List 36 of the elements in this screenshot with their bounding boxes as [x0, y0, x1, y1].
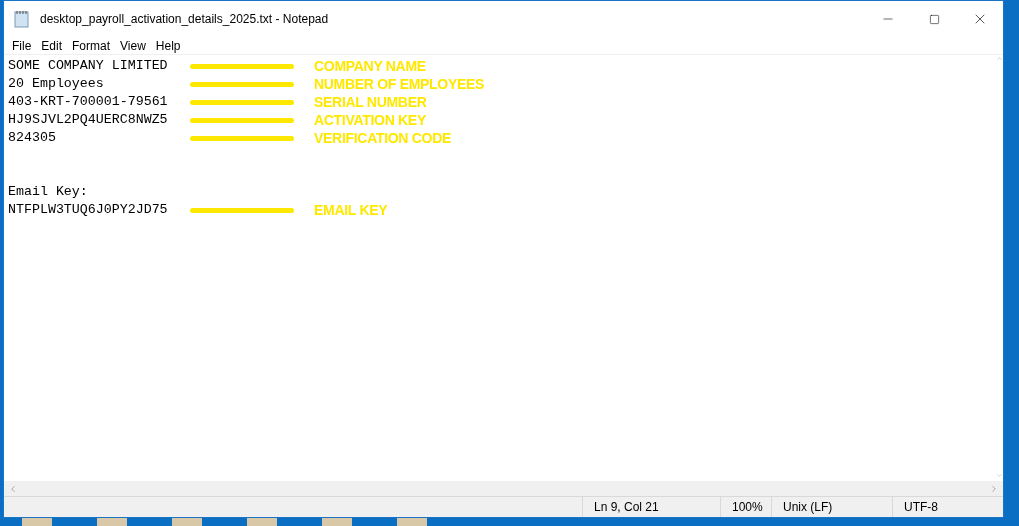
annotation-label: COMPANY NAME [314, 56, 426, 76]
maximize-icon[interactable] [928, 13, 940, 25]
menu-item[interactable]: Edit [36, 36, 68, 55]
menu-item[interactable]: Help [150, 36, 186, 55]
horizontal-scrollbar[interactable] [4, 481, 1003, 497]
text-line: Email Key: [8, 183, 89, 202]
annotation-label: SERIAL NUMBER [314, 92, 427, 112]
scroll-left-icon[interactable] [8, 483, 18, 494]
status-text: Ln 9, Col 21 [582, 497, 720, 517]
status-text: 100% [720, 497, 771, 517]
text-line: HJ9SJVL2PQ4UERC8NWZ5 [8, 111, 169, 130]
desktop-icon[interactable] [322, 518, 352, 526]
text-line: 824305 [8, 129, 57, 148]
status-text: UTF-8 [892, 497, 1003, 517]
desktop-icon[interactable] [397, 518, 427, 526]
text-line: SOME COMPANY LIMITED [8, 57, 169, 76]
status-text: Unix (LF) [771, 497, 892, 517]
desktop-icon[interactable] [172, 518, 202, 526]
scroll-right-icon[interactable] [989, 483, 999, 494]
desktop-icon[interactable] [247, 518, 277, 526]
menu-item[interactable]: File [7, 36, 37, 55]
desktop-icon[interactable] [22, 518, 52, 526]
notepad-icon [14, 10, 30, 28]
window-title: desktop_payroll_activation_details_2025.txt - Notepad [40, 11, 329, 28]
annotation-label: EMAIL KEY [314, 200, 388, 220]
annotation-label: ACTIVATION KEY [314, 110, 426, 130]
menu-item[interactable]: View [115, 36, 151, 55]
text-line: NTFPLW3TUQ6J0PY2JD75 [8, 201, 169, 220]
desktop-icon[interactable] [97, 518, 127, 526]
text-line: 403-KRT-700001-79561 [8, 93, 169, 112]
scroll-up-icon[interactable] [996, 55, 1003, 62]
menu-item[interactable]: Format [67, 36, 116, 55]
annotation-label: VERIFICATION CODE [314, 128, 451, 148]
scroll-down-icon[interactable] [996, 472, 1003, 479]
annotation-label: NUMBER OF EMPLOYEES [314, 74, 485, 94]
text-line: 20 Employees [8, 75, 105, 94]
